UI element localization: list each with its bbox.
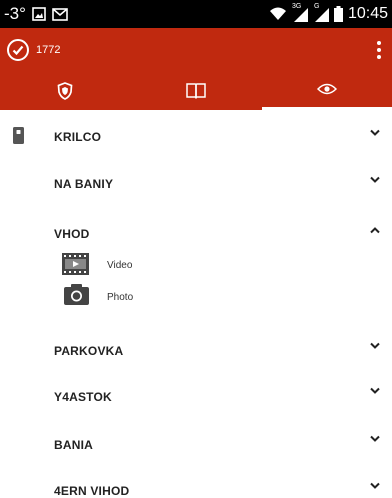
eye-icon xyxy=(317,83,337,95)
media-item-video[interactable]: Video xyxy=(0,250,392,278)
camera-icon xyxy=(64,284,89,305)
chevron-up-icon[interactable] xyxy=(370,227,380,234)
chevron-down-icon[interactable] xyxy=(370,482,380,489)
app-title: 1772 xyxy=(36,44,61,56)
signal-g-icon: G xyxy=(313,3,329,22)
section-row-bania[interactable]: BANIA xyxy=(0,420,392,464)
chevron-down-icon[interactable] xyxy=(370,129,380,136)
chevron-down-icon[interactable] xyxy=(370,342,380,349)
chevron-down-icon[interactable] xyxy=(370,176,380,183)
media-item-label: Photo xyxy=(107,292,134,303)
section-row-krilco[interactable]: KRILCO xyxy=(0,110,392,160)
section-label: NA BANIY xyxy=(54,177,114,191)
temperature-text: -3° xyxy=(4,4,26,23)
media-item-photo[interactable]: Photo xyxy=(0,280,392,310)
tab-shield[interactable] xyxy=(0,74,130,110)
chevron-down-icon[interactable] xyxy=(370,387,380,394)
image-icon xyxy=(32,7,46,21)
status-bar: -3° 3G G 10:45 xyxy=(0,0,392,28)
signal-3g-icon: 3G xyxy=(292,3,308,22)
mail-icon xyxy=(52,7,68,21)
media-item-label: Video xyxy=(107,260,133,271)
battery-icon xyxy=(333,6,343,22)
tab-book[interactable] xyxy=(131,74,261,110)
tab-bar xyxy=(0,74,392,110)
section-row-vhod[interactable]: VHOD Video Photo xyxy=(0,210,392,310)
chevron-down-icon[interactable] xyxy=(370,435,380,442)
shield-icon xyxy=(57,82,73,100)
section-label: PARKOVKA xyxy=(54,344,124,358)
section-label: KRILCO xyxy=(54,130,102,144)
section-row-4ern-vihod[interactable]: 4ERN VIHOD xyxy=(0,464,392,498)
section-label: VHOD xyxy=(54,227,90,241)
check-circle-icon[interactable] xyxy=(7,39,29,61)
section-label: BANIA xyxy=(54,438,93,452)
section-row-parkovka[interactable]: PARKOVKA xyxy=(0,330,392,370)
wifi-icon xyxy=(269,7,286,20)
section-row-y4astok[interactable]: Y4ASTOK xyxy=(0,370,392,420)
video-icon xyxy=(62,253,89,275)
app-bar: 1772 xyxy=(0,28,392,110)
tab-eye[interactable] xyxy=(262,74,392,110)
section-label: 4ERN VIHOD xyxy=(54,484,130,498)
clock: 10:45 xyxy=(347,5,388,22)
overflow-menu-icon[interactable] xyxy=(376,39,382,61)
section-row-na-baniy[interactable]: NA BANIY xyxy=(0,160,392,210)
book-icon xyxy=(186,83,206,99)
section-label: Y4ASTOK xyxy=(54,390,112,404)
